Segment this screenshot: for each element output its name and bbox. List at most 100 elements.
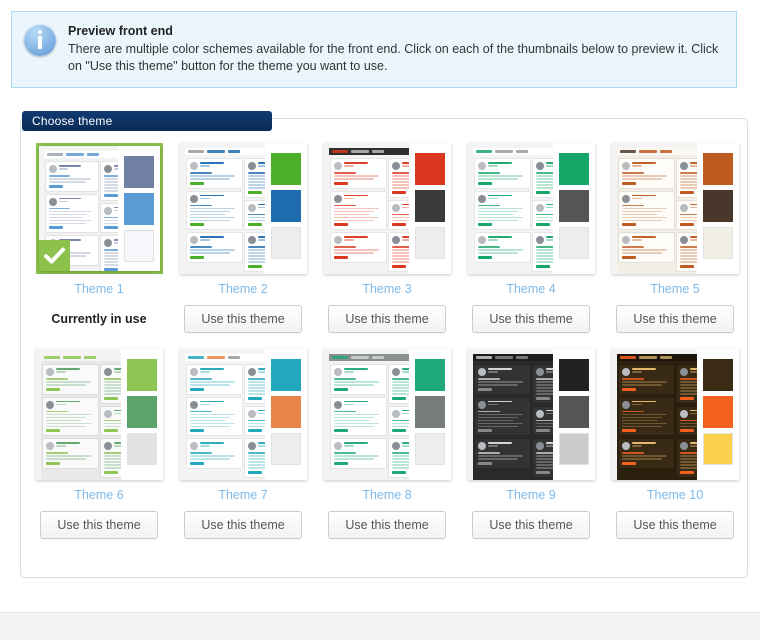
theme-thumbnail-7[interactable] (179, 349, 307, 480)
use-this-theme-button-4[interactable]: Use this theme (472, 305, 590, 333)
theme-action-slot: Currently in use (51, 305, 146, 333)
use-this-theme-button-5[interactable]: Use this theme (616, 305, 734, 333)
preview-tag (477, 461, 492, 465)
theme-row-2: Theme 6 Use this theme Theme 7 Use this the… (21, 349, 747, 539)
theme-thumbnail-3[interactable] (323, 143, 451, 274)
preview-text-line (45, 416, 86, 418)
theme-thumbnail-2[interactable] (179, 143, 307, 274)
theme-thumbnail-9[interactable] (467, 349, 595, 480)
preview-post-header (621, 162, 671, 170)
theme-label-10[interactable]: Theme 10 (647, 488, 703, 502)
color-swatch-3 (270, 227, 301, 259)
preview-tag (45, 461, 60, 465)
thumbnail-surface[interactable] (179, 143, 307, 274)
use-this-theme-button-9[interactable]: Use this theme (472, 511, 590, 539)
preview-avatar (477, 194, 486, 203)
selected-check-icon (38, 240, 70, 271)
theme-thumbnail-10[interactable] (611, 349, 739, 480)
thumbnail-surface[interactable] (323, 349, 451, 480)
theme-label-5[interactable]: Theme 5 (650, 282, 699, 296)
color-swatch-3 (702, 227, 733, 259)
preview-text-line (189, 175, 235, 177)
info-icon (24, 24, 56, 56)
theme-cell-2: Theme 2 Use this theme (171, 143, 315, 333)
theme-cell-5: Theme 5 Use this theme (603, 143, 747, 333)
preview-column-left (474, 159, 530, 274)
preview-author (55, 442, 95, 448)
use-this-theme-button-3[interactable]: Use this theme (328, 305, 446, 333)
thumbnail-surface[interactable] (467, 349, 595, 480)
notice-text: Preview front end There are multiple col… (68, 22, 724, 75)
preview-post-card (42, 439, 98, 468)
preview-text-line (621, 458, 662, 460)
preview-text-line (48, 178, 91, 180)
theme-label-1[interactable]: Theme 1 (74, 282, 123, 296)
preview-avatar (621, 400, 630, 409)
theme-thumbnail-8[interactable] (323, 349, 451, 480)
theme-label-8[interactable]: Theme 8 (362, 488, 411, 502)
theme-label-6[interactable]: Theme 6 (74, 488, 123, 502)
preview-column-left (618, 365, 674, 480)
use-this-theme-button-8[interactable]: Use this theme (328, 511, 446, 539)
thumbnail-surface[interactable] (611, 349, 739, 480)
theme-label-7[interactable]: Theme 7 (218, 488, 267, 502)
color-swatch-1 (558, 359, 589, 391)
preview-text-line (333, 249, 379, 251)
preview-tag (679, 429, 694, 432)
color-swatch-1 (126, 359, 157, 391)
preview-post-header (621, 442, 671, 450)
preview-text-line (477, 172, 501, 174)
theme-label-4[interactable]: Theme 4 (506, 282, 555, 296)
preview-avatar (679, 236, 688, 244)
preview-text-line (477, 213, 513, 215)
theme-action-slot: Use this theme (472, 305, 590, 333)
preview-post-card (474, 397, 530, 435)
theme-label-3[interactable]: Theme 3 (362, 282, 411, 296)
theme-swatch-rail (120, 349, 163, 480)
preview-text-line (199, 239, 210, 241)
use-this-theme-button-6[interactable]: Use this theme (40, 511, 158, 539)
theme-thumbnail-5[interactable] (611, 143, 739, 274)
preview-text-line (333, 422, 379, 424)
preview-text-line (631, 403, 642, 405)
preview-text-line (189, 458, 230, 460)
preview-avatar (103, 165, 112, 173)
preview-text-line (45, 381, 91, 383)
thumbnail-surface[interactable] (323, 143, 451, 274)
thumbnail-surface[interactable] (179, 349, 307, 480)
preview-text-line (621, 425, 662, 427)
preview-text-line (45, 384, 86, 386)
preview-text-line (333, 455, 379, 457)
preview-text-line (48, 216, 82, 218)
preview-text-line (45, 419, 81, 421)
thumbnail-surface[interactable] (38, 146, 160, 271)
preview-nav-item (515, 150, 528, 153)
use-this-theme-button-7[interactable]: Use this theme (184, 511, 302, 539)
preview-text-line (45, 452, 69, 454)
preview-avatar (333, 368, 342, 376)
theme-label-2[interactable]: Theme 2 (218, 282, 267, 296)
currently-in-use-status: Currently in use (51, 312, 147, 326)
preview-text-line (189, 416, 230, 418)
use-this-theme-button-10[interactable]: Use this theme (616, 511, 734, 539)
theme-label-9[interactable]: Theme 9 (506, 488, 555, 502)
theme-thumbnail-1[interactable] (35, 143, 163, 274)
preview-tag (679, 190, 694, 194)
thumbnail-surface[interactable] (611, 143, 739, 274)
preview-author (343, 236, 383, 242)
theme-thumbnail-6[interactable] (35, 349, 163, 480)
preview-author (487, 400, 527, 407)
preview-text-line (621, 219, 662, 221)
use-this-theme-button-2[interactable]: Use this theme (184, 305, 302, 333)
preview-text-line (333, 175, 379, 177)
preview-post-card (474, 191, 530, 229)
preview-text-line (477, 413, 523, 415)
preview-text-line (58, 165, 81, 167)
thumbnail-surface[interactable] (467, 143, 595, 274)
preview-text-line (199, 371, 210, 373)
preview-post-card (186, 159, 242, 188)
preview-nav-item (331, 150, 348, 153)
preview-post-card (618, 233, 674, 262)
thumbnail-surface[interactable] (35, 349, 163, 480)
theme-thumbnail-4[interactable] (467, 143, 595, 274)
